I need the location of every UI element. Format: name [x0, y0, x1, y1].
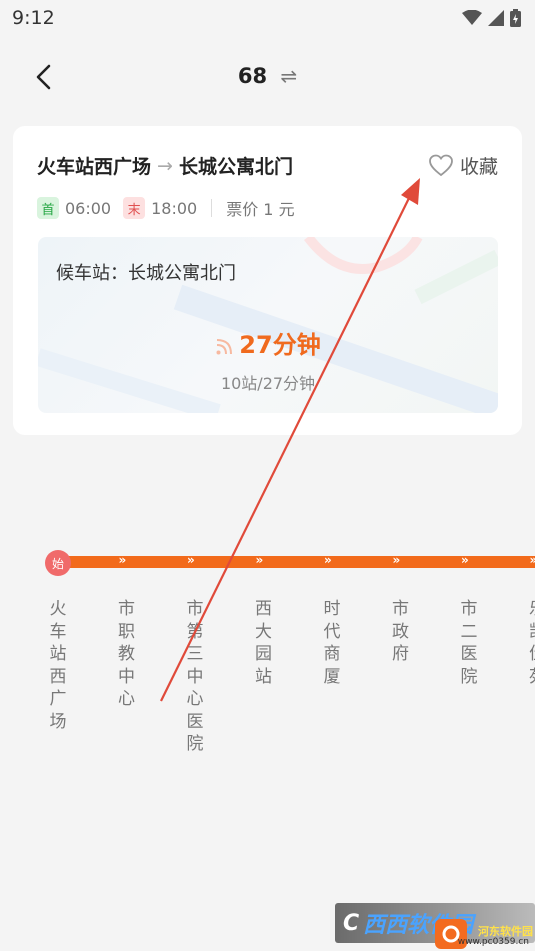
station-item[interactable]: 火车站西广场 — [46, 598, 70, 733]
route-card: 火车站西广场 → 长城公寓北门 收藏 首 06:00 末 18:00 票价 1 … — [13, 126, 522, 435]
direction-chevron-icon: » — [461, 553, 469, 567]
eta: 27分钟 — [38, 325, 498, 360]
start-badge: 始 — [45, 550, 71, 576]
station-item[interactable]: 市政府 — [389, 598, 413, 666]
direction-chevron-icon: » — [118, 553, 127, 567]
route-number: 68 — [237, 64, 268, 88]
signal-icon — [488, 10, 504, 26]
watermark-url: www.pc0359.cn — [457, 937, 529, 947]
first-bus-tag: 首 — [37, 197, 59, 219]
status-icons — [462, 9, 521, 27]
wifi-icon — [462, 10, 482, 25]
station-item[interactable]: 乐凯佳苑 — [526, 598, 535, 688]
eta-detail: 10站/27分钟 — [220, 374, 316, 393]
direction-chevron-icon: » — [255, 553, 264, 567]
favorite-button[interactable]: 收藏 — [428, 152, 498, 179]
station-item[interactable]: 市二医院 — [457, 598, 481, 688]
watermark-logo-prefix: C — [343, 910, 360, 936]
divider — [211, 199, 213, 217]
fare: 票价 1 元 — [226, 200, 295, 219]
station-item[interactable]: 西大园站 — [252, 598, 276, 688]
route-header: 火车站西广场 → 长城公寓北门 — [37, 152, 293, 179]
direction-chevron-icon: » — [324, 553, 332, 567]
service-times: 首 06:00 末 18:00 票价 1 元 — [37, 196, 295, 220]
direction-chevron-icon: » — [530, 553, 535, 567]
waiting-panel: 候车站：长城公寓北门 27分钟 10站/27分钟 — [38, 237, 498, 413]
status-bar: 9:12 — [0, 0, 535, 36]
watermark: C 西西软件园 河东软件园 www.pc0359.cn — [335, 903, 535, 951]
direction-chevron-icon: » — [187, 553, 195, 567]
last-bus-tag: 末 — [123, 197, 146, 219]
destination-station: 长城公寓北门 — [178, 156, 293, 178]
route-line[interactable]: » » » » » » » 始 火车站西广场 市职教中心 市第三中心医院 西大园站 时代商厦 市政府 市… — [0, 548, 535, 768]
direction-chevron-icon: » — [392, 553, 401, 567]
swap-direction-icon[interactable]: ⇌ — [280, 64, 297, 88]
favorite-label: 收藏 — [459, 156, 498, 178]
status-time: 9:12 — [12, 7, 55, 29]
heart-icon — [429, 154, 453, 176]
waiting-station-label: 候车站：长城公寓北门 — [56, 263, 236, 284]
first-bus-time: 06:00 — [65, 198, 112, 218]
battery-icon — [510, 9, 521, 27]
route-title: 68 ⇌ — [0, 64, 535, 88]
station-item[interactable]: 市职教中心 — [115, 598, 139, 711]
last-bus-time: 18:00 — [151, 198, 198, 218]
realtime-signal-icon — [216, 339, 233, 355]
station-item[interactable]: 时代商厦 — [320, 598, 344, 688]
route-arrow-icon: → — [157, 154, 173, 177]
nav-bar: 68 ⇌ — [0, 52, 535, 102]
station-item[interactable]: 市第三中心医院 — [183, 598, 207, 756]
origin-station: 火车站西广场 — [37, 156, 152, 178]
eta-value: 27分钟 — [239, 331, 321, 359]
